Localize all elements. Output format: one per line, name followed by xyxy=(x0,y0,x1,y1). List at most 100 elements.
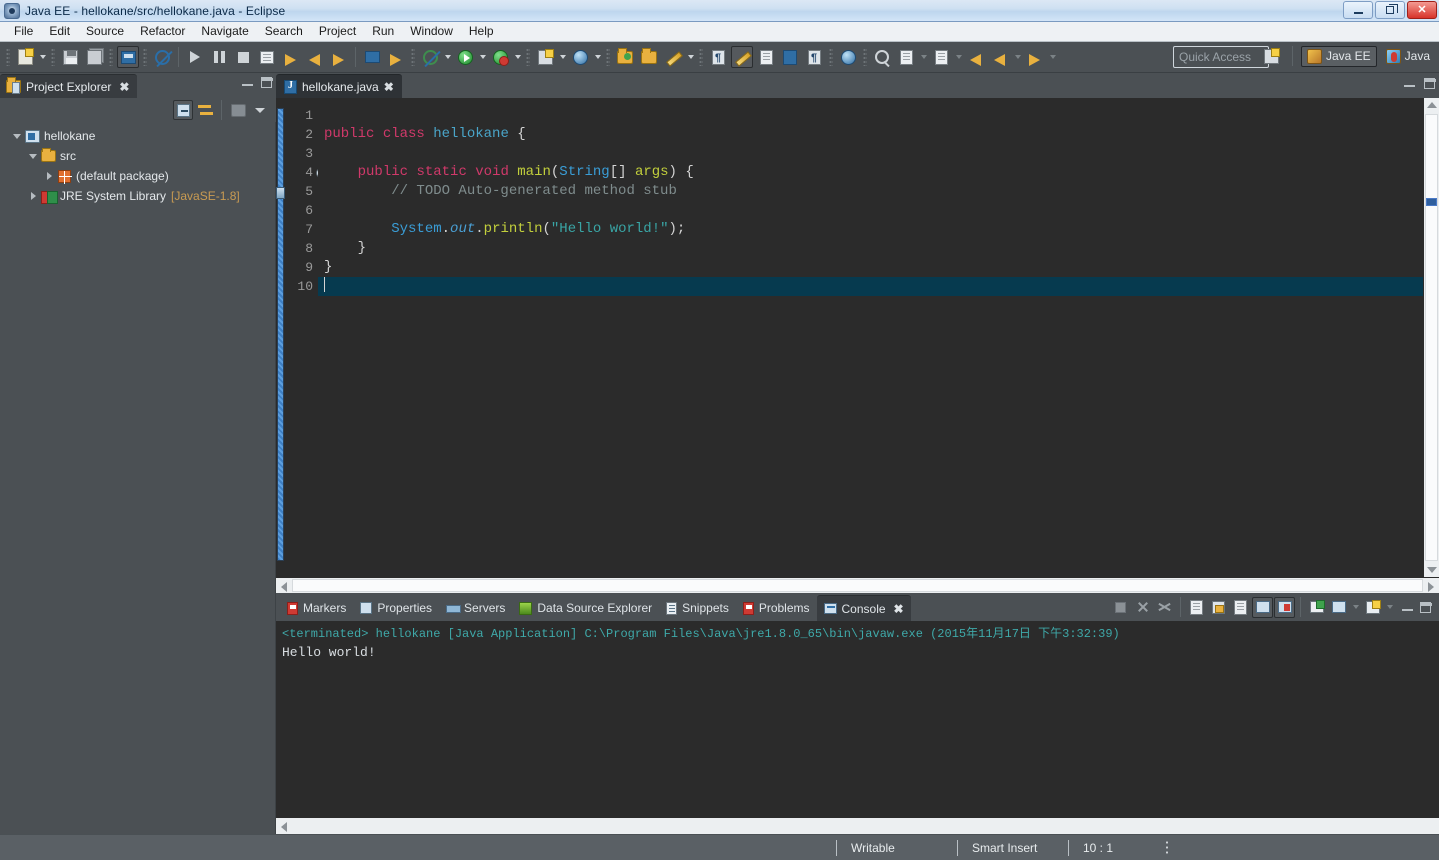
save-icon[interactable] xyxy=(59,46,81,68)
view-menu-icon[interactable] xyxy=(228,100,248,120)
search-icon[interactable] xyxy=(871,46,893,68)
next-annotation-icon[interactable] xyxy=(895,46,917,68)
console-view-icon[interactable] xyxy=(1328,597,1349,618)
scroll-left-icon[interactable] xyxy=(281,582,287,592)
outline-icon[interactable] xyxy=(779,46,801,68)
status-resize-grip[interactable] xyxy=(1165,840,1169,856)
new-java-project-icon[interactable] xyxy=(534,46,556,68)
console-horizontal-scrollbar[interactable] xyxy=(276,818,1439,834)
link-with-editor-icon[interactable] xyxy=(195,100,215,120)
chevron-right-icon[interactable] xyxy=(26,192,40,200)
tree-item-src[interactable]: src xyxy=(0,146,275,166)
scroll-right-icon[interactable] xyxy=(1428,582,1434,592)
run-external-tools-icon[interactable] xyxy=(489,46,511,68)
debug-dropdown-icon[interactable] xyxy=(442,46,453,68)
chevron-down-icon[interactable] xyxy=(10,134,24,139)
chevron-down-icon[interactable] xyxy=(26,154,40,159)
back-icon[interactable] xyxy=(965,46,987,68)
menu-navigate[interactable]: Navigate xyxy=(193,22,256,41)
remove-all-terminated-icon[interactable] xyxy=(1154,597,1175,618)
restore-button[interactable] xyxy=(1375,1,1405,19)
remove-launch-icon[interactable] xyxy=(1132,597,1153,618)
menu-project[interactable]: Project xyxy=(311,22,364,41)
tree-item-default-package[interactable]: (default package) xyxy=(0,166,275,186)
menu-refactor[interactable]: Refactor xyxy=(132,22,193,41)
new-class-icon[interactable] xyxy=(569,46,591,68)
step-over-icon[interactable] xyxy=(280,46,302,68)
menu-edit[interactable]: Edit xyxy=(41,22,78,41)
menu-source[interactable]: Source xyxy=(78,22,132,41)
tab-hellokane-java[interactable]: hellokane.java ✖ xyxy=(276,74,402,98)
forward-dropdown-icon[interactable] xyxy=(1047,46,1058,68)
view-chevron-icon[interactable] xyxy=(250,100,270,120)
show-console-on-output-icon[interactable] xyxy=(1230,597,1251,618)
scroll-up-icon[interactable] xyxy=(1427,102,1437,108)
console-output[interactable]: Hello world! xyxy=(276,643,1439,818)
console-dropdown-icon[interactable] xyxy=(1350,596,1361,618)
tab-servers[interactable]: Servers xyxy=(439,595,512,621)
tab-markers[interactable]: Markers xyxy=(280,595,353,621)
tree-item-hellokane[interactable]: hellokane xyxy=(0,126,275,146)
minimize-icon[interactable] xyxy=(1404,78,1415,89)
quick-access-input[interactable]: Quick Access xyxy=(1173,46,1269,68)
display-selected-console-icon[interactable] xyxy=(1274,597,1295,618)
build-all-icon[interactable] xyxy=(151,46,173,68)
next-annotation-dropdown-icon[interactable] xyxy=(918,46,929,68)
editor-vertical-scrollbar[interactable] xyxy=(1423,98,1439,577)
terminate-icon[interactable] xyxy=(1110,597,1131,618)
scroll-left-icon[interactable] xyxy=(281,822,287,832)
external-tools-dropdown-icon[interactable] xyxy=(512,46,523,68)
run-dropdown-icon[interactable] xyxy=(477,46,488,68)
java-doc-icon[interactable] xyxy=(755,46,777,68)
maximize-icon[interactable] xyxy=(1420,602,1431,613)
scroll-thumb[interactable] xyxy=(292,579,1423,592)
suspend-icon[interactable] xyxy=(208,46,230,68)
open-type-icon[interactable] xyxy=(614,46,636,68)
new-class-dropdown-icon[interactable] xyxy=(592,46,603,68)
new-wizard-dropdown-icon[interactable] xyxy=(37,46,48,68)
forward-icon[interactable] xyxy=(1024,46,1046,68)
menu-help[interactable]: Help xyxy=(461,22,502,41)
tab-properties[interactable]: Properties xyxy=(353,595,439,621)
drop-to-frame-icon[interactable] xyxy=(328,46,350,68)
open-perspective-icon[interactable] xyxy=(1261,45,1283,67)
tab-problems[interactable]: Problems xyxy=(736,595,817,621)
previous-annotation-dropdown-icon[interactable] xyxy=(953,46,964,68)
new-project-dropdown-icon[interactable] xyxy=(557,46,568,68)
pin-console-icon[interactable] xyxy=(1252,597,1273,618)
menu-file[interactable]: File xyxy=(6,22,41,41)
show-whitespace-icon[interactable] xyxy=(731,46,753,68)
back-dropdown-icon[interactable] xyxy=(1012,46,1023,68)
new-console-view-icon[interactable] xyxy=(1362,597,1383,618)
menu-run[interactable]: Run xyxy=(364,22,402,41)
close-button[interactable]: ✕ xyxy=(1407,1,1437,19)
new-console-dropdown-icon[interactable] xyxy=(1384,596,1395,618)
code-content[interactable]: public class hellokane { public static v… xyxy=(318,98,1423,577)
new-wizard-icon[interactable] xyxy=(14,46,36,68)
edit-icon[interactable] xyxy=(662,46,684,68)
scroll-lock-icon[interactable] xyxy=(1208,597,1229,618)
tree-item-jre-system-library[interactable]: JRE System Library [JavaSE-1.8] xyxy=(0,186,275,206)
print-icon[interactable] xyxy=(117,46,139,68)
paragraph-icon[interactable]: ¶ xyxy=(803,46,825,68)
collapse-all-icon[interactable] xyxy=(173,100,193,120)
chevron-right-icon[interactable] xyxy=(42,172,56,180)
tab-project-explorer[interactable]: Project Explorer ✖ xyxy=(0,74,137,98)
tab-console[interactable]: Console ✖ xyxy=(817,595,911,621)
perspective-java[interactable]: Java xyxy=(1381,47,1435,66)
tab-data-source-explorer[interactable]: Data Source Explorer xyxy=(512,595,659,621)
minimize-icon[interactable] xyxy=(1402,602,1413,613)
resume-icon[interactable] xyxy=(184,46,206,68)
previous-annotation-icon[interactable] xyxy=(930,46,952,68)
open-console-icon[interactable] xyxy=(361,46,383,68)
edit-dropdown-icon[interactable] xyxy=(685,46,696,68)
save-all-icon[interactable] xyxy=(83,46,105,68)
code-editor[interactable]: 1 2 3 4 5 6 7 8 9 10 publi xyxy=(276,98,1439,577)
close-icon[interactable]: ✖ xyxy=(894,602,904,616)
step-into-icon[interactable] xyxy=(256,46,278,68)
open-task-icon[interactable] xyxy=(638,46,660,68)
scroll-thumb[interactable] xyxy=(1425,114,1438,561)
close-icon[interactable]: ✖ xyxy=(119,80,129,94)
toggle-mark-occurrences-icon[interactable]: ¶ xyxy=(707,46,729,68)
scroll-down-icon[interactable] xyxy=(1427,567,1437,573)
